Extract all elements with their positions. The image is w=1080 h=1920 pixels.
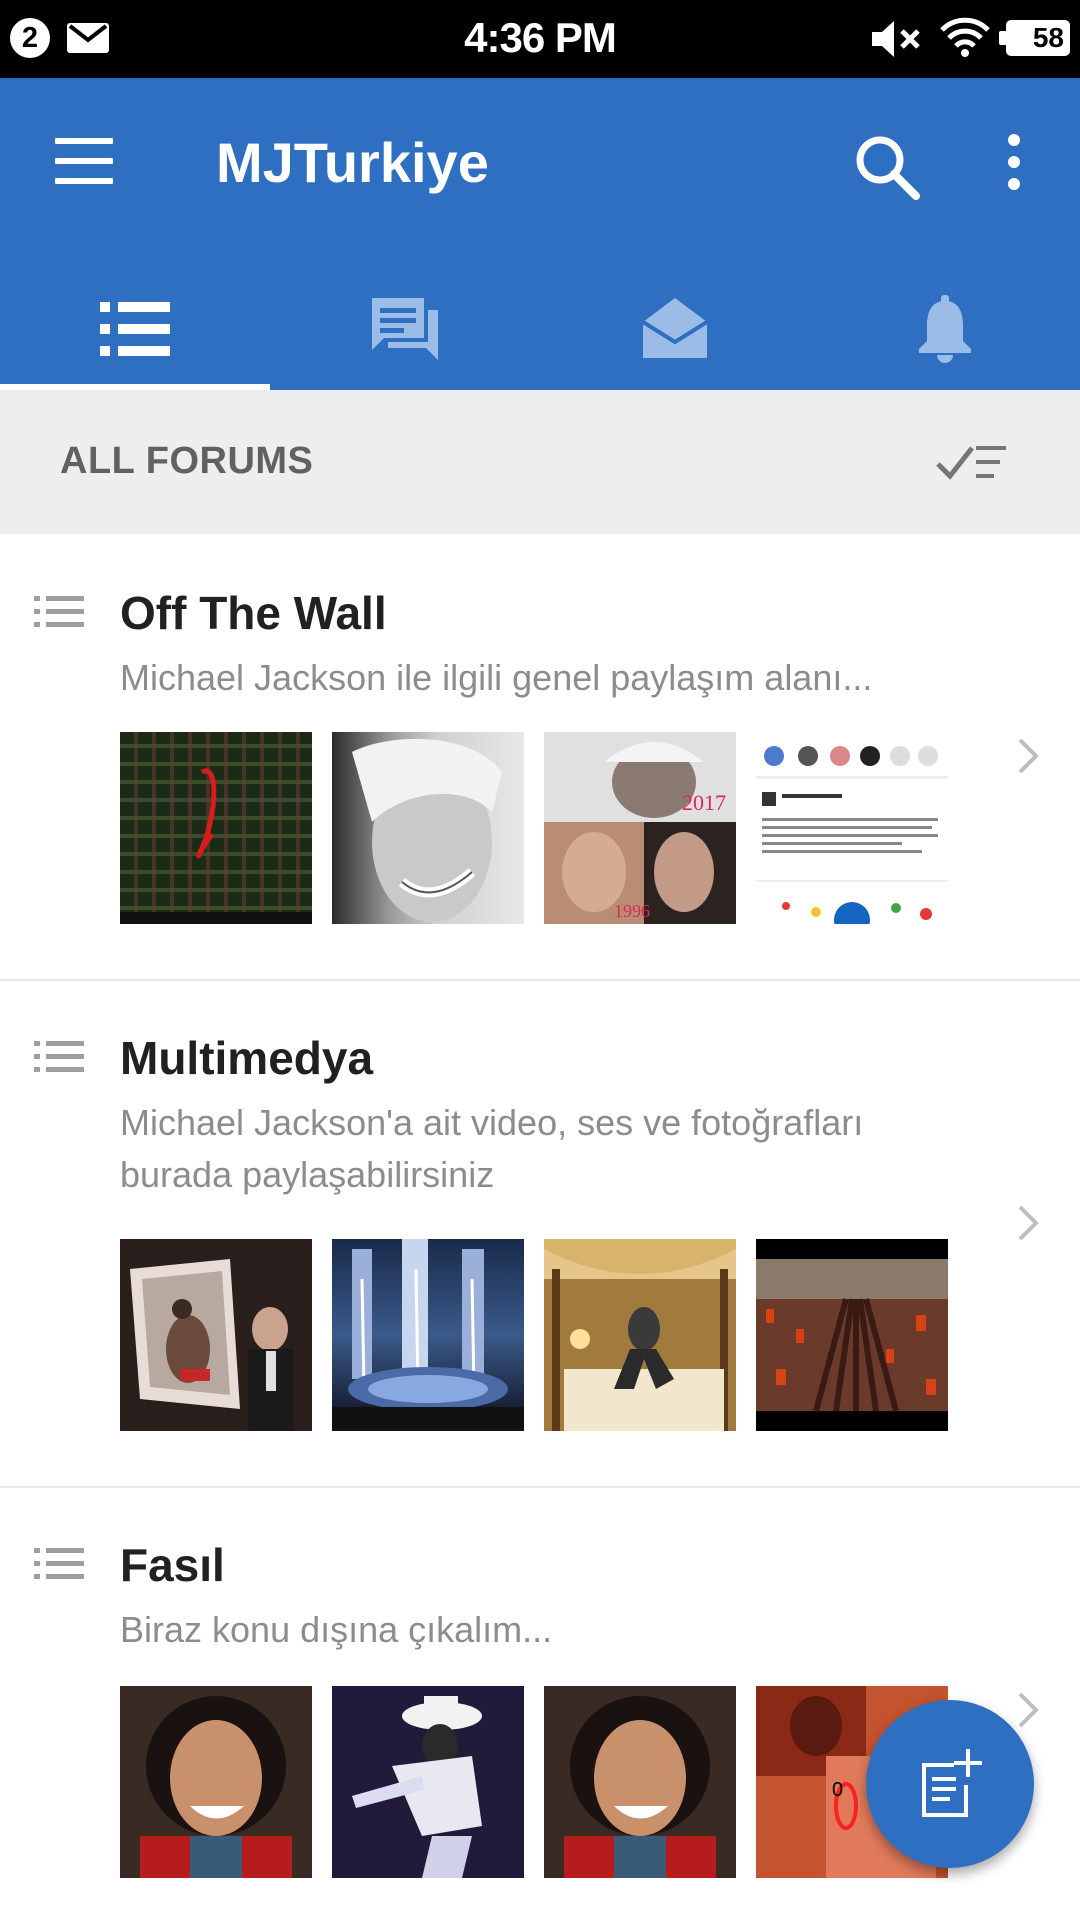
- thumbnail-image[interactable]: [120, 1686, 312, 1878]
- forum-list-icon: [100, 302, 170, 356]
- forum-name: Off The Wall: [120, 587, 387, 639]
- topics-icon: [372, 298, 438, 360]
- thumbnail-image[interactable]: [332, 732, 524, 924]
- section-title: ALL FORUMS: [60, 440, 314, 482]
- thumbnail-image[interactable]: 2017 1996: [544, 732, 736, 924]
- tab-topics[interactable]: [270, 268, 540, 390]
- thumbnail-image[interactable]: [332, 1686, 524, 1878]
- notifications-icon: [919, 295, 971, 363]
- thumbnail-image[interactable]: [544, 1686, 736, 1878]
- tab-forums[interactable]: [0, 268, 270, 390]
- forum-description: Michael Jackson ile ilgili genel paylaşı…: [120, 657, 873, 698]
- menu-icon[interactable]: [55, 138, 113, 184]
- forum-thumbnails: 2017 1996: [120, 732, 950, 924]
- wifi-icon: [940, 16, 990, 63]
- svg-text:0: 0: [832, 1779, 843, 1801]
- forum-description: Michael Jackson'a ait video, ses ve foto…: [120, 1102, 864, 1195]
- section-header: ALL FORUMS: [0, 390, 1080, 534]
- forum-description: Biraz konu dışına çıkalım...: [120, 1609, 553, 1650]
- battery-indicator: 58: [999, 20, 1070, 56]
- chevron-right-icon[interactable]: [1016, 1013, 1040, 1241]
- forum-thumbnails: 0: [120, 1686, 950, 1878]
- new-topic-button[interactable]: [866, 1700, 1034, 1868]
- tab-notifications[interactable]: [810, 268, 1080, 390]
- forum-name: Fasıl: [120, 1539, 225, 1591]
- forum-list-icon: [34, 1041, 84, 1078]
- tab-messages[interactable]: [540, 268, 810, 390]
- forum-item[interactable]: Off The Wall Michael Jackson ile ilgili …: [0, 534, 1080, 981]
- mark-all-read-icon[interactable]: [936, 442, 1008, 487]
- mute-icon: [870, 19, 922, 64]
- search-icon[interactable]: [854, 134, 920, 205]
- forum-item[interactable]: Multimedya Michael Jackson'a ait video, …: [0, 981, 1080, 1488]
- svg-text:1996: 1996: [614, 901, 650, 921]
- status-bar: 2 4:36 PM 58: [0, 0, 1080, 78]
- thumbnail-image[interactable]: [120, 1239, 312, 1431]
- thumbnail-image[interactable]: [332, 1239, 524, 1431]
- messages-icon: [641, 298, 709, 358]
- forum-name: Multimedya: [120, 1032, 374, 1084]
- compose-icon: [922, 1749, 982, 1817]
- app-bar: MJTurkiye: [0, 78, 1080, 390]
- chevron-right-icon[interactable]: [1016, 736, 1040, 781]
- forum-list-icon: [34, 1548, 84, 1585]
- thumbnail-image[interactable]: [756, 732, 948, 924]
- svg-text:2017: 2017: [682, 790, 726, 815]
- forum-list-icon: [34, 596, 84, 633]
- tab-bar: [0, 268, 1080, 390]
- chevron-right-icon[interactable]: [1016, 1690, 1040, 1735]
- overflow-menu-icon[interactable]: [1000, 134, 1028, 190]
- thumbnail-image[interactable]: [120, 732, 312, 924]
- thumbnail-image[interactable]: [544, 1239, 736, 1431]
- forum-thumbnails: [120, 1239, 950, 1431]
- thumbnail-image[interactable]: [756, 1239, 948, 1431]
- app-title: MJTurkiye: [216, 131, 489, 194]
